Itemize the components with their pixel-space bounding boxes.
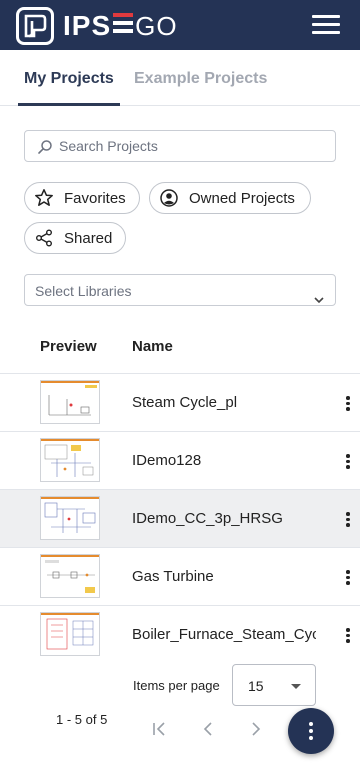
project-preview-thumbnail bbox=[40, 438, 100, 482]
items-per-page-select[interactable]: 15 bbox=[232, 664, 316, 706]
shared-label: Shared bbox=[64, 229, 113, 247]
user-circle-icon bbox=[159, 188, 179, 208]
more-vertical-icon[interactable] bbox=[288, 708, 334, 754]
shared-chip[interactable]: Shared bbox=[24, 222, 126, 254]
star-icon bbox=[34, 188, 54, 208]
select-libraries-dropdown[interactable]: Select Libraries bbox=[24, 274, 336, 306]
logo-go: GO bbox=[135, 11, 178, 41]
chevron-down-icon bbox=[313, 285, 325, 317]
project-preview-thumbnail bbox=[40, 496, 100, 540]
ipsego-logo[interactable]: IPS GO bbox=[16, 7, 178, 45]
items-per-page-label: Items per page bbox=[133, 678, 220, 693]
search-box bbox=[24, 130, 336, 162]
project-name: Steam Cycle_pl bbox=[132, 394, 238, 411]
more-options-icon[interactable] bbox=[342, 452, 354, 470]
hamburger-menu-icon[interactable] bbox=[312, 12, 340, 36]
projects-table-header: Preview Name bbox=[0, 330, 360, 374]
search-input[interactable] bbox=[59, 131, 329, 161]
share-icon bbox=[34, 228, 54, 248]
dropdown-arrow-icon bbox=[291, 684, 301, 689]
app-header: IPS GO bbox=[0, 0, 360, 50]
table-row[interactable]: Gas Turbine bbox=[0, 548, 360, 606]
logo-e-stripes-icon bbox=[113, 13, 134, 35]
search-icon bbox=[37, 139, 53, 160]
pagination-range: 1 - 5 of 5 bbox=[56, 712, 108, 727]
table-row[interactable]: IDemo128 bbox=[0, 432, 360, 490]
project-name: IDemo_CC_3p_HRSG bbox=[132, 510, 283, 527]
project-name: Gas Turbine bbox=[132, 568, 214, 585]
project-name: Boiler_Furnace_Steam_Cycle bbox=[132, 626, 316, 643]
logo-ips: IPS bbox=[63, 10, 112, 41]
logo-wordmark: IPS GO bbox=[63, 10, 178, 42]
more-options-icon[interactable] bbox=[342, 510, 354, 528]
project-tabs: My Projects Example Projects bbox=[0, 50, 360, 106]
more-options-icon[interactable] bbox=[342, 568, 354, 586]
favorites-chip[interactable]: Favorites bbox=[24, 182, 140, 214]
project-preview-thumbnail bbox=[40, 554, 100, 598]
items-per-page-value: 15 bbox=[248, 678, 264, 694]
more-options-icon[interactable] bbox=[342, 394, 354, 412]
chevron-right-icon[interactable] bbox=[245, 718, 267, 740]
more-options-icon[interactable] bbox=[342, 626, 354, 644]
table-row-selected[interactable]: IDemo_CC_3p_HRSG bbox=[0, 490, 360, 548]
tab-example-projects[interactable]: Example Projects bbox=[134, 50, 267, 106]
name-column-header: Name bbox=[132, 338, 173, 355]
project-preview-thumbnail bbox=[40, 380, 100, 424]
tab-my-projects[interactable]: My Projects bbox=[18, 50, 120, 106]
chevron-left-icon[interactable] bbox=[197, 718, 219, 740]
project-name: IDemo128 bbox=[132, 452, 202, 469]
table-row[interactable]: Steam Cycle_pl bbox=[0, 374, 360, 432]
preview-column-header: Preview bbox=[40, 338, 97, 355]
logo-mark-icon bbox=[16, 7, 54, 45]
select-libraries-placeholder: Select Libraries bbox=[35, 283, 132, 299]
favorites-label: Favorites bbox=[64, 189, 126, 207]
owned-projects-label: Owned Projects bbox=[189, 189, 295, 207]
table-row[interactable]: Boiler_Furnace_Steam_Cycle bbox=[0, 606, 360, 664]
project-preview-thumbnail bbox=[40, 612, 100, 656]
first-page-icon[interactable] bbox=[148, 718, 170, 740]
owned-projects-chip[interactable]: Owned Projects bbox=[149, 182, 311, 214]
